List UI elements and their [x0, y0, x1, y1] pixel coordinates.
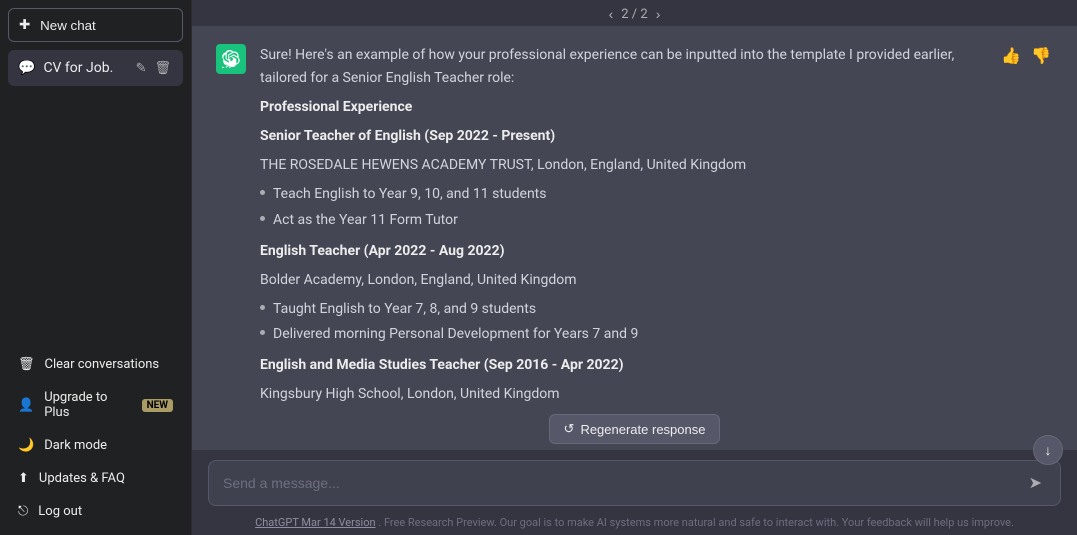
messages-area: Sure! Here's an example of how your prof…: [192, 26, 1077, 410]
sidebar-item-logout[interactable]: ⎋ Log out: [8, 496, 183, 527]
plus-icon: ✚: [19, 17, 30, 33]
nav-next-button[interactable]: ›: [656, 6, 661, 22]
person-icon: 👤: [18, 398, 34, 413]
chat-item-left: 💬 CV for Job.: [18, 60, 113, 76]
input-bar: ➤: [192, 450, 1077, 512]
dark-mode-label: Dark mode: [44, 438, 107, 453]
chat-item-label: CV for Job.: [43, 60, 113, 76]
bullet-dot: [260, 190, 265, 195]
sidebar: ✚ New chat 💬 CV for Job. ✎ 🗑 🗑 Clear con…: [0, 0, 192, 535]
job2-bullet2: Delivered morning Personal Development f…: [273, 323, 638, 346]
regenerate-bar: ↺ Regenerate response: [192, 410, 1077, 450]
new-badge: NEW: [142, 399, 173, 412]
message-content: Sure! Here's an example of how your prof…: [260, 44, 985, 410]
bullet-dot: [260, 305, 265, 310]
exit-icon: ⎋: [18, 504, 28, 519]
regenerate-label: Regenerate response: [580, 422, 705, 437]
job1-bullet1: Teach English to Year 9, 10, and 11 stud…: [273, 183, 546, 206]
new-chat-button[interactable]: ✚ New chat: [8, 8, 183, 42]
bullet-item: Teach English to Year 9, 10, and 11 stud…: [260, 183, 985, 206]
delete-chat-button[interactable]: 🗑: [152, 58, 173, 78]
bullet-item: Delivered morning Personal Development f…: [260, 323, 985, 346]
footer-version: ChatGPT Mar 14 Version . Free Research P…: [255, 516, 1014, 529]
job2-bullet1: Taught English to Year 7, 8, and 9 stude…: [273, 298, 536, 321]
message-input[interactable]: [223, 475, 1025, 491]
bullet-item: Act as the Year 11 Form Tutor: [260, 209, 985, 232]
main-area: ‹ 2 / 2 › Sure! Here's an example of how…: [192, 0, 1077, 535]
sidebar-item-clear[interactable]: 🗑 Clear conversations: [8, 349, 183, 380]
job2-company: Bolder Academy, London, England, United …: [260, 269, 985, 292]
updates-icon: ⬆: [18, 471, 29, 486]
clear-label: Clear conversations: [45, 357, 160, 372]
chat-icon: 💬: [18, 60, 35, 76]
message-actions: 👍 👎: [999, 44, 1053, 68]
sidebar-item-upgrade[interactable]: 👤 Upgrade to Plus NEW: [8, 382, 183, 428]
bullet-item: Taught English to Year 7, 8, and 9 stude…: [260, 298, 985, 321]
logout-label: Log out: [38, 504, 82, 519]
job3-company: Kingsbury High School, London, United Ki…: [260, 383, 985, 406]
updates-label: Updates & FAQ: [39, 471, 125, 486]
job1-company: THE ROSEDALE HEWENS ACADEMY TRUST, Londo…: [260, 154, 985, 177]
gpt-avatar: [216, 44, 246, 74]
job3-title: English and Media Studies Teacher (Sep 2…: [260, 357, 624, 373]
sidebar-item-dark[interactable]: 🌙 Dark mode: [8, 430, 183, 461]
upgrade-label: Upgrade to Plus: [44, 390, 131, 420]
footer-disclaimer: . Free Research Preview. Our goal is to …: [378, 516, 1014, 529]
bullet-dot: [260, 216, 265, 221]
sidebar-item-updates[interactable]: ⬆ Updates & FAQ: [8, 463, 183, 494]
nav-bar: ‹ 2 / 2 ›: [192, 0, 1077, 26]
chevron-down-icon: ↓: [1045, 442, 1052, 459]
moon-icon: 🌙: [18, 438, 34, 453]
bullet-dot: [260, 330, 265, 335]
message-intro: Sure! Here's an example of how your prof…: [260, 44, 985, 90]
thumbs-down-button[interactable]: 👎: [1029, 44, 1053, 68]
nav-prev-button[interactable]: ‹: [609, 6, 614, 22]
nav-page: 2 / 2: [621, 7, 647, 22]
chat-item-actions: ✎ 🗑: [134, 58, 173, 78]
chatgpt-version-link[interactable]: ChatGPT Mar 14 Version: [255, 516, 375, 529]
footer: ChatGPT Mar 14 Version . Free Research P…: [192, 512, 1077, 535]
send-button[interactable]: ➤: [1025, 471, 1046, 495]
scroll-to-bottom-button[interactable]: ↓: [1033, 435, 1063, 465]
job1-bullet2: Act as the Year 11 Form Tutor: [273, 209, 458, 232]
section-title: Professional Experience: [260, 99, 412, 115]
job2-title: English Teacher (Apr 2022 - Aug 2022): [260, 243, 505, 259]
sidebar-bottom: 🗑 Clear conversations 👤 Upgrade to Plus …: [8, 349, 183, 527]
assistant-message: Sure! Here's an example of how your prof…: [192, 26, 1077, 410]
openai-logo: [222, 50, 240, 68]
thumbs-up-button[interactable]: 👍: [999, 44, 1023, 68]
regenerate-icon: ↺: [564, 421, 575, 437]
regenerate-button[interactable]: ↺ Regenerate response: [549, 414, 721, 444]
chat-item-cv[interactable]: 💬 CV for Job. ✎ 🗑: [8, 50, 183, 86]
trash-icon: 🗑: [18, 357, 35, 372]
edit-chat-button[interactable]: ✎: [134, 58, 149, 78]
job1-title: Senior Teacher of English (Sep 2022 - Pr…: [260, 128, 555, 144]
new-chat-label: New chat: [40, 18, 96, 33]
input-wrapper: ➤: [208, 460, 1061, 506]
